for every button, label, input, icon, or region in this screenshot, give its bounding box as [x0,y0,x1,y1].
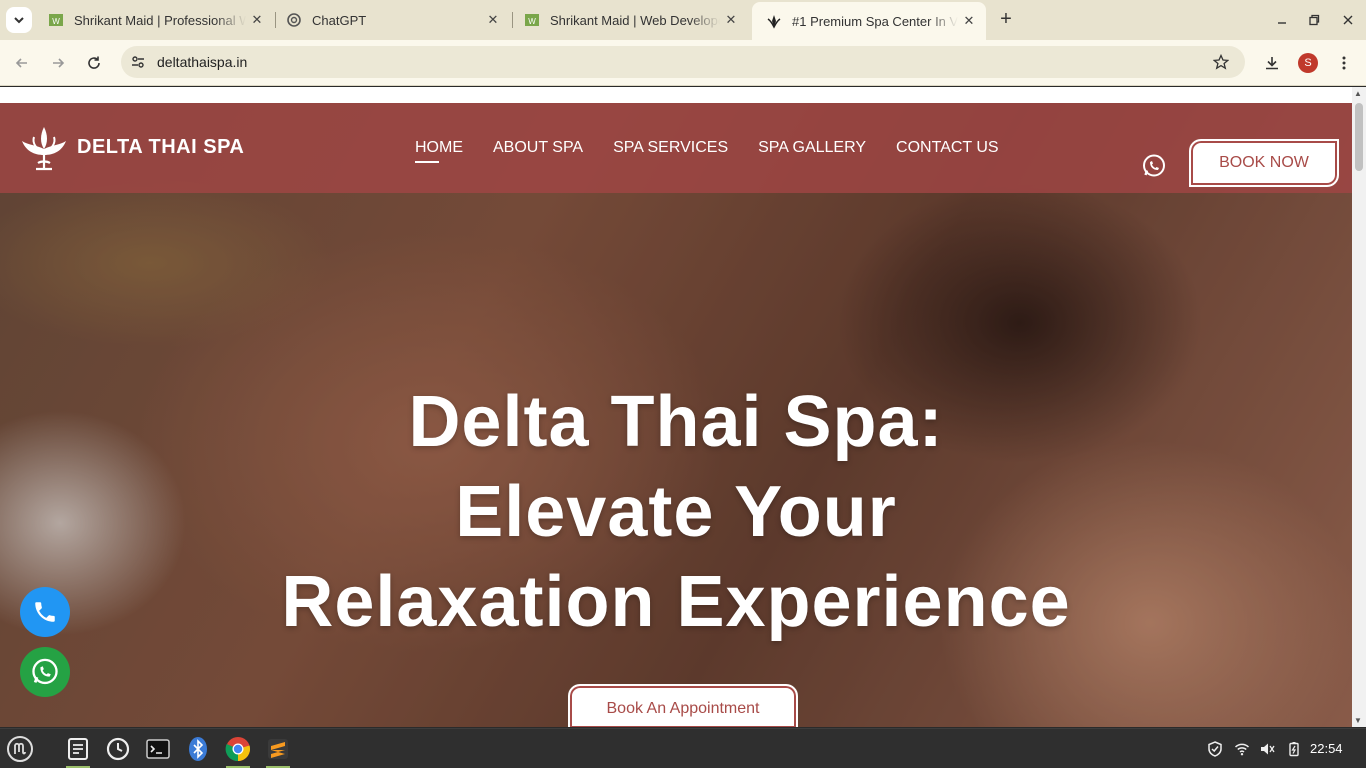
hero-title-line: Elevate Your [455,472,897,552]
shield-icon [1208,741,1222,757]
close-icon[interactable]: ✕ [246,12,268,28]
back-button[interactable] [7,48,37,78]
os-taskbar: 22:54 [0,728,1366,768]
tray-wifi[interactable] [1232,739,1252,759]
hero-title-line: Relaxation Experience [281,562,1071,642]
tab-title: ChatGPT [312,12,367,28]
whatsapp-icon[interactable] [1141,153,1167,179]
nav-contact-us[interactable]: CONTACT US [896,139,999,157]
close-icon[interactable]: ✕ [958,13,980,29]
downloads-button[interactable] [1257,48,1287,78]
site-info-icon[interactable] [130,54,146,70]
sublime-text-icon [268,739,288,759]
tray-volume[interactable] [1257,739,1277,759]
chrome-icon [225,737,251,762]
arrow-right-icon [53,58,65,68]
notepad-icon [68,738,88,760]
profile-avatar[interactable]: S [1298,53,1318,73]
close-icon [1343,15,1353,25]
whatsapp-icon [32,658,58,685]
address-bar[interactable]: deltathaispa.in [121,46,1245,78]
arrow-left-icon [15,58,27,68]
scroll-down-icon[interactable]: ▼ [1354,716,1362,725]
tab-shrikant-web-developer[interactable]: W Shrikant Maid | Web Developer ✕ [510,0,748,40]
hero-title: Delta Thai Spa: Elevate Your Relaxation … [0,377,1352,647]
tab-search-button[interactable] [6,7,32,33]
tab-shrikant-professional[interactable]: W Shrikant Maid | Professional Web Devel… [34,0,274,40]
tab-title: Shrikant Maid | Professional Web Develop… [74,12,246,28]
phone-icon [35,602,55,622]
tray-security[interactable] [1205,739,1225,759]
chatgpt-icon [286,12,302,28]
tab-delta-thai-spa[interactable]: #1 Premium Spa Center In Vizag ✕ [752,2,986,40]
restore-icon [1309,14,1320,26]
taskbar-text-editor[interactable] [62,733,94,768]
whatsapp-floating-button[interactable] [20,647,70,697]
tab-chatgpt[interactable]: ChatGPT ✕ [272,0,510,40]
battery-icon [1289,742,1299,757]
tab-title: Shrikant Maid | Web Developer [550,12,720,28]
forward-button[interactable] [43,48,73,78]
close-icon[interactable]: ✕ [482,12,504,28]
call-floating-button[interactable] [20,587,70,637]
start-menu-button[interactable] [4,733,36,765]
main-nav: HOME ABOUT SPA SPA SERVICES SPA GALLERY … [415,139,1029,163]
star-icon[interactable] [1213,54,1229,70]
bluetooth-icon [189,737,207,761]
svg-text:W: W [528,17,536,26]
close-window-button[interactable] [1332,0,1364,40]
svg-text:W: W [52,17,60,26]
taskbar-terminal[interactable] [142,733,174,765]
spa-favicon-icon [766,13,782,29]
taskbar-sublime-text[interactable] [262,733,294,768]
nav-home[interactable]: HOME [415,139,463,163]
page-scrollbar[interactable]: ▲ ▼ [1352,87,1366,727]
taskbar-bluetooth[interactable] [182,733,214,765]
maximize-button[interactable] [1298,0,1330,40]
kebab-menu-icon [1342,56,1346,70]
nav-about-spa[interactable]: ABOUT SPA [493,139,583,157]
taskbar-chrome[interactable] [222,733,254,768]
shrikant-favicon-icon: W [524,12,540,28]
scrollbar-thumb[interactable] [1355,103,1363,171]
new-tab-button[interactable]: + [994,8,1018,32]
clock-refresh-icon [106,737,130,761]
wifi-icon [1234,743,1250,756]
page-viewport: DELTA THAI SPA HOME ABOUT SPA SPA SERVIC… [0,87,1352,727]
linux-mint-menu-icon [7,736,33,762]
reload-icon [88,56,100,69]
browser-menu-button[interactable] [1329,48,1359,78]
shrikant-favicon-icon: W [48,12,64,28]
terminal-icon [146,739,170,759]
close-icon[interactable]: ✕ [720,12,742,28]
nav-spa-gallery[interactable]: SPA GALLERY [758,139,866,157]
hero-title-line: Delta Thai Spa: [408,382,944,462]
download-icon [1266,57,1278,70]
lotus-logo-icon[interactable] [20,123,68,173]
book-appointment-button[interactable]: Book An Appointment [568,684,798,727]
url-text[interactable]: deltathaispa.in [157,54,247,70]
reload-button[interactable] [79,48,109,78]
browser-toolbar: deltathaispa.in S [0,40,1366,86]
minimize-button[interactable] [1266,0,1298,40]
tab-title: #1 Premium Spa Center In Vizag [792,13,958,29]
taskbar-timeshift[interactable] [102,733,134,765]
chevron-down-icon [14,17,24,24]
volume-icon [1261,743,1275,755]
minimize-icon [1278,22,1286,24]
taskbar-clock[interactable]: 22:54 [1310,741,1343,756]
nav-spa-services[interactable]: SPA SERVICES [613,139,728,157]
tray-battery[interactable] [1284,739,1304,759]
site-logo-text[interactable]: DELTA THAI SPA [77,136,244,159]
site-header: DELTA THAI SPA HOME ABOUT SPA SPA SERVIC… [0,103,1352,193]
tab-strip: W Shrikant Maid | Professional Web Devel… [0,0,1366,40]
scroll-up-icon[interactable]: ▲ [1354,89,1362,98]
book-now-button[interactable]: BOOK NOW [1189,139,1339,187]
